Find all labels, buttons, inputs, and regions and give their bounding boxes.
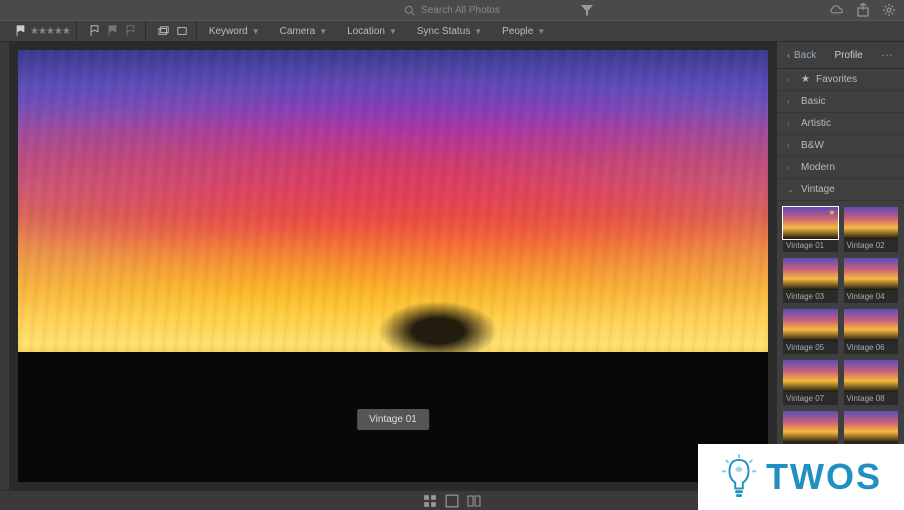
chevron-right-icon: › <box>787 163 795 172</box>
main-area: Vintage 01 ‹ Back Profile ⋯ › ★ Favorites … <box>0 42 904 490</box>
chevron-down-icon: ⌄ <box>787 185 795 194</box>
flag-rejected-icon[interactable] <box>105 24 121 38</box>
right-panel: ‹ Back Profile ⋯ › ★ Favorites › Basic › Art… <box>776 42 904 490</box>
preset-thumb[interactable]: Vintage 04 <box>844 258 899 303</box>
preset-thumb-label: Vintage 05 <box>783 341 838 354</box>
sync-status-dropdown[interactable]: Sync Status ▼ <box>409 21 490 41</box>
brand-watermark: TWOS <box>698 444 904 510</box>
preset-thumb-label: Vintage 07 <box>783 392 838 405</box>
chevron-down-icon: ▼ <box>319 27 327 36</box>
star-icon: ★ <box>801 74 810 85</box>
lightbulb-icon <box>720 454 758 500</box>
flag-picked-icon[interactable] <box>12 24 28 38</box>
chevron-left-icon: ‹ <box>787 50 790 60</box>
compare-view-icon[interactable] <box>467 494 481 508</box>
brand-text: TWOS <box>766 456 882 498</box>
preset-thumb[interactable]: ★ Vintage 01 <box>783 207 838 252</box>
gear-icon[interactable] <box>882 3 896 17</box>
cloud-icon[interactable] <box>830 3 844 17</box>
flag-none-icon[interactable] <box>87 24 103 38</box>
chevron-down-icon: ▼ <box>537 27 545 36</box>
camera-label: Camera <box>280 26 316 37</box>
panel-title: Profile <box>834 50 862 61</box>
sync-status-label: Sync Status <box>417 26 470 37</box>
chevron-down-icon: ▼ <box>252 27 260 36</box>
preset-thumb-label: Vintage 08 <box>844 392 899 405</box>
section-label: Modern <box>801 162 835 173</box>
chevron-down-icon: ▼ <box>474 27 482 36</box>
location-label: Location <box>347 26 385 37</box>
stack-icon[interactable] <box>156 24 172 38</box>
preset-thumb-label: Vintage 06 <box>844 341 899 354</box>
section-modern[interactable]: › Modern <box>777 157 904 179</box>
grid-view-icon[interactable] <box>423 494 437 508</box>
left-rail[interactable] <box>0 42 10 490</box>
section-artistic[interactable]: › Artistic <box>777 113 904 135</box>
preset-thumbnails-grid: ★ Vintage 01 Vintage 02 Vintage 03 Vintage 0… <box>777 201 904 462</box>
flag-unflagged-icon[interactable] <box>123 24 139 38</box>
preset-thumb-label: Vintage 02 <box>844 239 899 252</box>
chevron-right-icon: › <box>787 97 795 106</box>
search-field[interactable]: Search All Photos <box>404 5 500 16</box>
image-canvas[interactable]: Vintage 01 <box>10 42 776 490</box>
keyword-dropdown[interactable]: Keyword ▼ <box>201 21 268 41</box>
share-icon[interactable] <box>856 3 870 17</box>
search-placeholder: Search All Photos <box>421 5 500 16</box>
preset-thumb-label: Vintage 01 <box>783 239 838 252</box>
location-dropdown[interactable]: Location ▼ <box>339 21 405 41</box>
section-bw[interactable]: › B&W <box>777 135 904 157</box>
preset-thumb[interactable]: Vintage 06 <box>844 309 899 354</box>
more-icon[interactable]: ⋯ <box>881 48 894 62</box>
section-label: Artistic <box>801 118 831 129</box>
preset-thumb[interactable]: Vintage 07 <box>783 360 838 405</box>
section-label: Basic <box>801 96 825 107</box>
section-label: Favorites <box>816 74 857 85</box>
chevron-down-icon: ▼ <box>389 27 397 36</box>
rating-stars[interactable]: ★★★★★ <box>30 26 70 37</box>
people-label: People <box>502 26 533 37</box>
star-icon: ★ <box>828 208 835 217</box>
filter-toolbar: ★★★★★ Keyword▼ Camera▼ Location▼ Sync St… <box>0 20 904 42</box>
chevron-right-icon: › <box>787 141 795 150</box>
section-label: B&W <box>801 140 824 151</box>
section-basic[interactable]: › Basic <box>777 91 904 113</box>
preset-caption: Vintage 01 <box>357 409 429 430</box>
keyword-label: Keyword <box>209 26 248 37</box>
search-icon <box>404 5 415 16</box>
chevron-right-icon: › <box>787 75 795 84</box>
section-label: Vintage <box>801 184 835 195</box>
single-icon[interactable] <box>174 24 190 38</box>
preset-thumb-label: Vintage 04 <box>844 290 899 303</box>
back-button[interactable]: Back <box>794 50 816 61</box>
preset-thumb[interactable]: Vintage 02 <box>844 207 899 252</box>
preset-thumb-label: Vintage 03 <box>783 290 838 303</box>
detail-view-icon[interactable] <box>445 494 459 508</box>
chevron-right-icon: › <box>787 119 795 128</box>
section-favorites[interactable]: › ★ Favorites <box>777 69 904 91</box>
people-dropdown[interactable]: People ▼ <box>494 21 553 41</box>
title-bar: Search All Photos <box>0 0 904 20</box>
preset-thumb[interactable]: Vintage 05 <box>783 309 838 354</box>
preset-thumb[interactable]: Vintage 03 <box>783 258 838 303</box>
filter-icon[interactable] <box>580 3 594 17</box>
camera-dropdown[interactable]: Camera▼ <box>272 21 336 41</box>
section-vintage[interactable]: ⌄ Vintage <box>777 179 904 201</box>
preset-thumb[interactable]: Vintage 08 <box>844 360 899 405</box>
